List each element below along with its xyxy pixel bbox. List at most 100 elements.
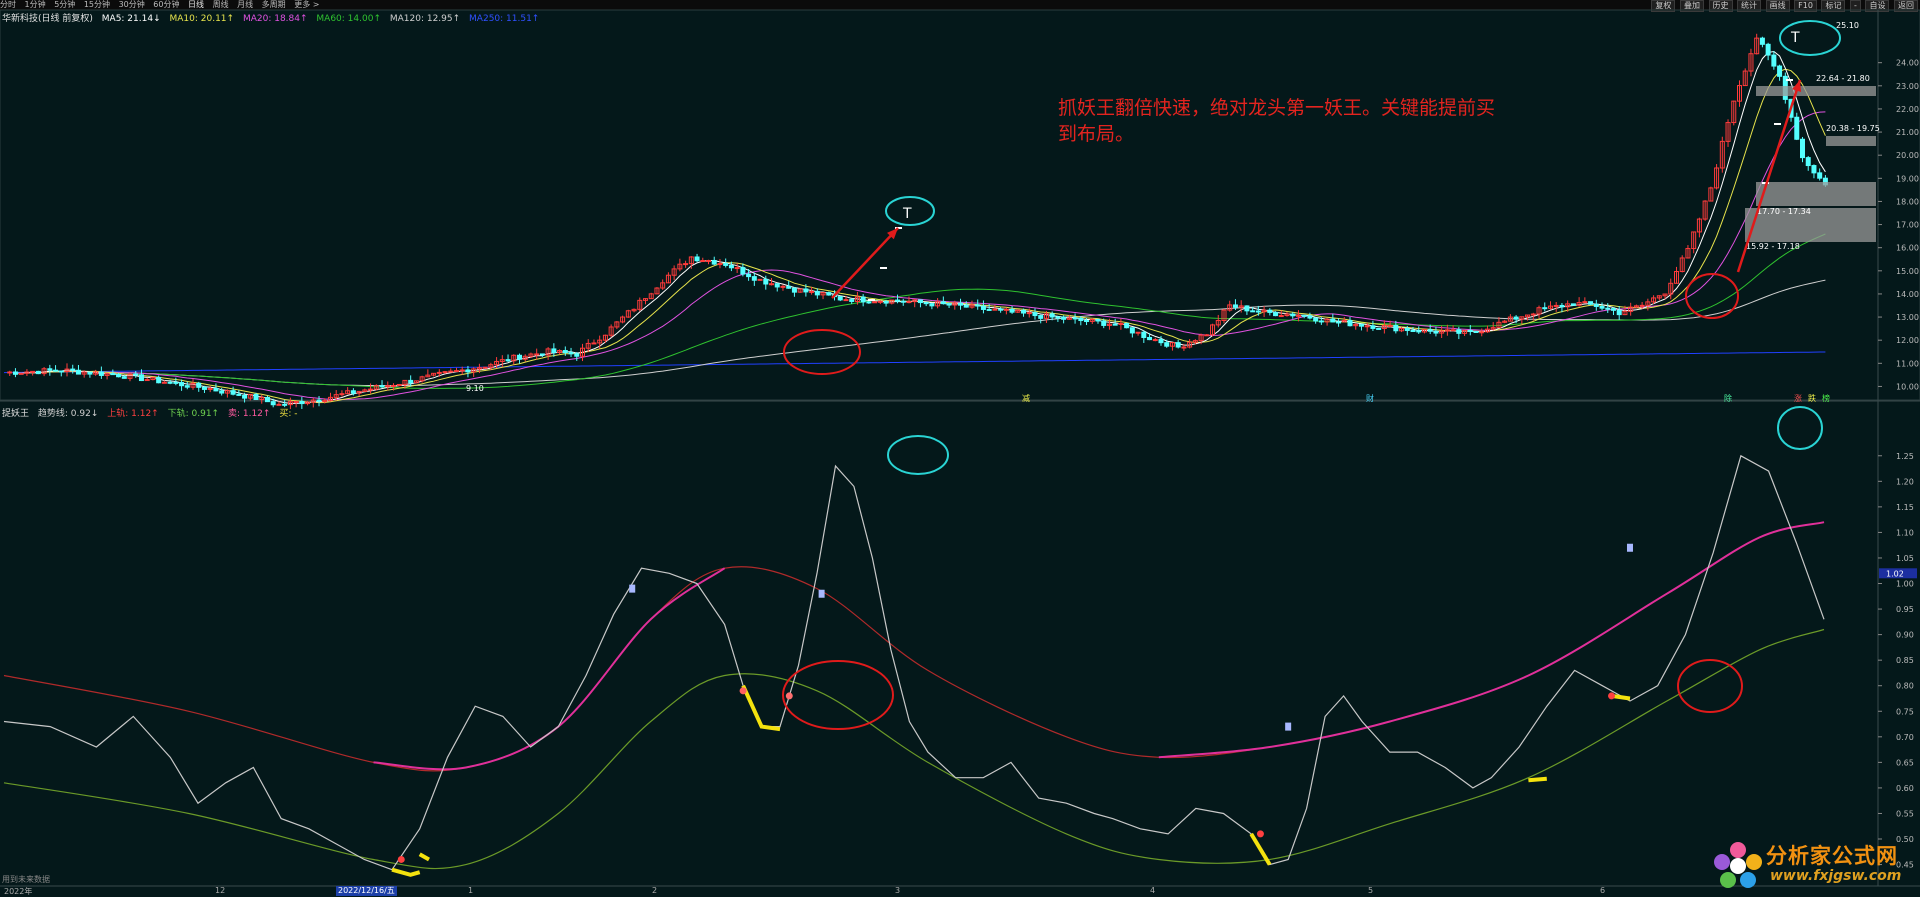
sub-y-tick-label: 0.55 [1896, 809, 1914, 818]
candle-body [883, 300, 889, 304]
candle-body [1336, 321, 1342, 324]
candle-body [184, 385, 190, 388]
candle-body [1794, 116, 1800, 140]
candle-body [179, 382, 185, 387]
candle-body [58, 370, 64, 373]
chart-canvas[interactable]: 10.0011.0012.0013.0014.0015.0016.0017.00… [0, 0, 1920, 896]
candle-body [1805, 157, 1811, 167]
sub-y-tick-label: 0.80 [1896, 682, 1914, 691]
candle-body [1777, 65, 1783, 77]
event-marker: 跌 [1808, 393, 1816, 403]
candle-body [683, 263, 689, 266]
cyan-circle-top-2 [1779, 20, 1841, 56]
candle-body [1255, 310, 1261, 313]
candle-body [1593, 303, 1599, 307]
candle-body [133, 373, 139, 376]
price-zone-box [1756, 182, 1876, 206]
candle-body [1605, 307, 1611, 310]
candle-body [1817, 172, 1823, 179]
candle-body [1473, 331, 1479, 334]
candle-body [12, 371, 18, 375]
candle-body [1588, 301, 1594, 305]
candle-body [1032, 312, 1038, 317]
main-y-tick-label: 24.00 [1896, 59, 1919, 68]
main-y-tick-label: 19.00 [1896, 174, 1919, 183]
candle-body [539, 353, 545, 356]
candle-body [1553, 304, 1559, 307]
ma10-line [21, 68, 1826, 404]
lower-band-label: 下轨: 0.91↑ [167, 409, 220, 419]
candle-body [711, 259, 717, 265]
candle-body [803, 288, 809, 293]
candle-body [1175, 342, 1181, 348]
candle-body [769, 283, 775, 286]
candle-body [1232, 304, 1238, 308]
red-circle-indicator-1 [782, 660, 894, 730]
candle-body [18, 372, 24, 375]
watermark-name: 分析家公式网 [1766, 844, 1898, 868]
candle-body [1135, 331, 1141, 334]
candle-body [1347, 320, 1353, 327]
candle-body [1244, 305, 1250, 312]
candle-body [1450, 329, 1456, 332]
sub-y-tick-label: 1.05 [1896, 554, 1914, 563]
candle-body [1364, 325, 1370, 328]
candle-body [230, 390, 236, 395]
candle-body [207, 387, 213, 390]
cyan-circle-indicator-2 [1777, 406, 1823, 450]
candle-body [1771, 54, 1777, 67]
candle-body [1559, 304, 1565, 308]
candle-body [1055, 316, 1061, 319]
sub-y-tick-label: 1.10 [1896, 528, 1914, 537]
candle-body [7, 371, 13, 374]
candle-body [453, 370, 459, 373]
sub-y-tick-label: 1.20 [1896, 477, 1914, 486]
candle-body [1164, 342, 1170, 347]
price-label: 25.10 [1836, 21, 1859, 30]
candle-body [156, 376, 162, 384]
candle-body [906, 301, 912, 304]
sub-y-tick-label: 1.00 [1896, 580, 1914, 589]
candle-body [895, 299, 901, 302]
main-y-tick-label: 12.00 [1896, 336, 1919, 345]
candle-body [1387, 324, 1393, 327]
candle-body [322, 400, 328, 403]
price-label: 15.92 - 17.18 [1746, 242, 1800, 251]
candle-body [1616, 309, 1622, 316]
x-axis-label: 2022年 [4, 887, 33, 896]
x-axis-label: 5 [1368, 886, 1374, 895]
main-y-tick-label: 21.00 [1896, 128, 1919, 137]
candle-body [138, 374, 144, 382]
ma120-label: MA120: 12.95↑ [389, 14, 461, 24]
red-circle-indicator-2 [1677, 659, 1743, 713]
candle-body [780, 285, 786, 288]
candle-body [877, 300, 883, 303]
sell-signal-dot [1608, 692, 1616, 700]
candle-body [448, 370, 454, 373]
candle-body [1376, 327, 1382, 330]
sub-y-tick-label: 1.25 [1896, 452, 1914, 461]
main-y-tick-label: 15.00 [1896, 267, 1919, 276]
candle-body [408, 379, 414, 384]
buy-signal-segment [418, 852, 430, 862]
candle-body [75, 369, 81, 375]
main-chart-header: 华新科技(日线 前复权) MA5: 21.14↓ MA10: 20.11↑ MA… [2, 11, 545, 24]
candle-body [923, 302, 929, 305]
candle-body [1181, 346, 1187, 349]
candle-body [1021, 309, 1027, 314]
lower-band-line [3, 628, 1825, 870]
buy-signal-segment [741, 684, 781, 732]
candle-body [1330, 318, 1336, 323]
sell-label: 卖: 1.12↑ [227, 409, 271, 419]
candle-body [1049, 313, 1055, 318]
candle-body [1101, 320, 1107, 326]
candle-body [1295, 314, 1301, 317]
candle-body [1639, 304, 1645, 307]
candle-body [728, 264, 734, 269]
candle-body [1290, 313, 1296, 317]
candle-body [1456, 329, 1462, 334]
candle-body [299, 400, 305, 405]
candle-body [809, 290, 815, 293]
sell-signal-dot [1256, 830, 1264, 838]
red-annotation-text: 抓妖王翻倍快速，绝对龙头第一妖王。关键能提前买到布局。 [1058, 97, 1496, 145]
